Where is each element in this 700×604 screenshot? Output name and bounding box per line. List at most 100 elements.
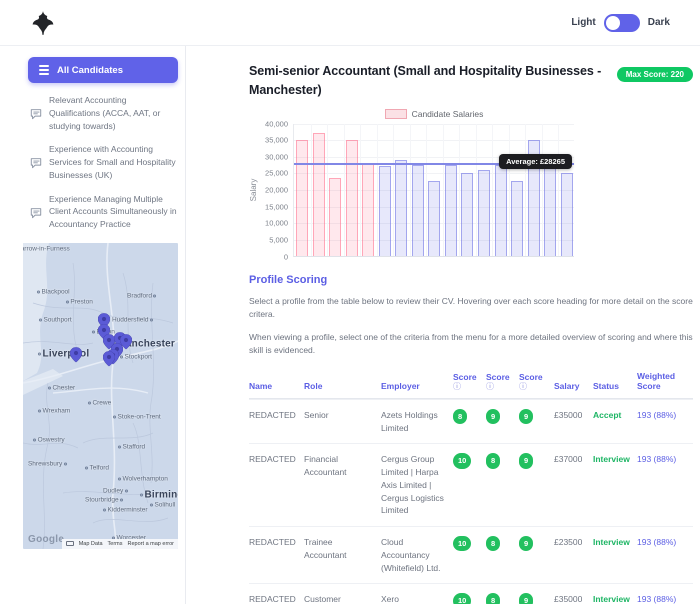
- keyboard-shortcuts-icon[interactable]: [65, 541, 74, 547]
- chat-bubble-icon: [30, 156, 42, 169]
- salary-cell: £23500: [554, 537, 583, 548]
- name-cell: REDACTED: [249, 454, 296, 465]
- salary-bar[interactable]: [345, 139, 358, 256]
- salary-chart: Candidate Salaries Salary 40,000 35,000 30…: [249, 108, 579, 261]
- salary-bar[interactable]: [461, 172, 474, 256]
- map-city-label: Solihull: [149, 502, 175, 509]
- chart-legend[interactable]: Candidate Salaries: [249, 108, 579, 119]
- y-axis-tick-label: 0: [283, 252, 288, 261]
- salary-bar[interactable]: [312, 132, 325, 256]
- score-cell-2: 9: [486, 408, 519, 435]
- map-city-label: Kidderminster: [102, 507, 148, 514]
- column-header-salary: Salary: [554, 381, 593, 391]
- y-axis-title: Salary: [249, 178, 259, 202]
- map[interactable]: arrow-in-Furness Blackpool Preston Bradford…: [23, 242, 178, 549]
- status-cell: Interview: [593, 537, 630, 548]
- employer-cell: Cergus Group Limited | Harpa Axis Limite…: [381, 454, 444, 516]
- score-column-header[interactable]: Score ⓘ: [453, 372, 486, 391]
- salary-bar[interactable]: [560, 172, 573, 256]
- theme-toggle-switch[interactable]: [603, 13, 640, 32]
- all-candidates-label: All Candidates: [57, 64, 123, 76]
- salary-bar[interactable]: [329, 177, 342, 256]
- map-city-label: Chester: [47, 385, 75, 392]
- table-row[interactable]: REDACTED Senior Azets Holdings Limited 8 9 9 £…: [249, 398, 693, 444]
- map-city-label: Birmingham: [140, 490, 178, 501]
- salary-bar[interactable]: [428, 180, 441, 256]
- theme-toggle-group: Light Dark: [571, 13, 670, 32]
- role-cell: Financial Accountant: [304, 454, 347, 478]
- employer-cell: Cloud Accountancy (Whitefield) Ltd.: [381, 537, 441, 573]
- column-header-label: Score: [486, 371, 510, 382]
- table-row[interactable]: REDACTED Trainee Accountant Cloud Accounta…: [249, 526, 693, 583]
- score-cell-3: 9: [519, 536, 554, 574]
- map-city-label: Wolverhampton: [118, 476, 168, 483]
- sidebar-item-criterion-1[interactable]: Relevant Accounting Qualifications (ACCA…: [30, 94, 177, 132]
- status-cell: Interview: [593, 454, 630, 465]
- salary-bar[interactable]: [411, 164, 424, 256]
- score-pill: 9: [519, 593, 534, 604]
- y-axis-tick-label: 40,000: [265, 119, 288, 128]
- salary-bar[interactable]: [362, 162, 375, 256]
- gridline: [376, 123, 378, 256]
- table-header-row: Name Role Employer Score ⓘ Score ⓘ Score ⓘ Salary…: [249, 371, 693, 399]
- candidates-table: Name Role Employer Score ⓘ Score ⓘ Score ⓘ Salary…: [249, 371, 693, 604]
- gridline: [492, 123, 494, 256]
- sidebar-item-criterion-2[interactable]: Experience with Accounting Services for …: [30, 143, 177, 181]
- score-column-header[interactable]: Score ⓘ: [519, 372, 554, 391]
- gridline: [442, 123, 444, 256]
- info-circle-icon[interactable]: ⓘ: [519, 382, 549, 391]
- score-cell-1: 10: [453, 536, 486, 574]
- gridline: [426, 123, 428, 256]
- all-candidates-button[interactable]: All Candidates: [28, 57, 178, 83]
- score-cell-1: 10: [453, 593, 486, 604]
- terms-link[interactable]: Terms: [108, 541, 123, 547]
- column-header-label: Score: [453, 371, 477, 382]
- column-header-label: Employer: [381, 380, 420, 391]
- gridline: [327, 123, 329, 256]
- profile-scoring-heading: Profile Scoring: [249, 273, 328, 286]
- town-dot: [140, 493, 144, 497]
- salary-bar[interactable]: [296, 139, 309, 256]
- map-data-label: Map Data: [78, 540, 103, 547]
- list-icon: [39, 65, 49, 75]
- gridline: [294, 123, 574, 125]
- map-pin-icon[interactable]: [69, 346, 83, 363]
- role-cell: Senior: [304, 409, 329, 420]
- map-city-label: Oswestry: [33, 436, 65, 443]
- score-pill: 10: [453, 536, 472, 552]
- score-cell-2: 8: [486, 536, 519, 574]
- town-dot: [153, 294, 157, 298]
- score-cell-3: 9: [519, 593, 554, 604]
- y-axis-tick-label: 35,000: [265, 135, 288, 145]
- table-row[interactable]: REDACTED Financial Accountant Cergus Group…: [249, 443, 693, 526]
- salary-bar[interactable]: [395, 159, 408, 256]
- map-city-label: Wrexham: [38, 408, 70, 415]
- map-city-label: Huddersfield: [112, 316, 153, 323]
- info-circle-icon[interactable]: ⓘ: [453, 382, 481, 391]
- table-row[interactable]: REDACTED Customer Experience Specialist (…: [249, 583, 693, 604]
- score-cell-2: 8: [486, 453, 519, 517]
- y-axis-tick-label: 20,000: [265, 185, 288, 195]
- score-column-header[interactable]: Score ⓘ: [486, 372, 519, 391]
- average-tooltip: Average: £28265: [499, 153, 572, 169]
- salary-bar[interactable]: [378, 165, 391, 256]
- map-pin-icon[interactable]: [102, 350, 116, 367]
- info-circle-icon[interactable]: ⓘ: [486, 382, 514, 391]
- score-pill: 10: [453, 593, 472, 604]
- column-header-weighted-score: Weighted Score: [637, 371, 693, 391]
- gridline: [558, 123, 560, 256]
- map-city-label: Preston: [65, 299, 93, 306]
- sidebar-item-criterion-3[interactable]: Experience Managing Multiple Client Acco…: [30, 193, 177, 231]
- google-logo[interactable]: Google: [28, 534, 64, 545]
- report-map-error-link[interactable]: Report a map error: [128, 541, 174, 547]
- map-city-label: Southport: [38, 316, 72, 323]
- salary-bar[interactable]: [478, 169, 491, 256]
- salary-bar[interactable]: [494, 164, 507, 256]
- role-cell: Trainee Accountant: [304, 537, 347, 560]
- salary-bar[interactable]: [544, 164, 557, 256]
- salary-bar[interactable]: [511, 180, 524, 256]
- salary-bar[interactable]: [444, 164, 457, 256]
- map-city-label: Stafford: [118, 443, 145, 450]
- y-axis-tick-label: 15,000: [265, 202, 288, 212]
- chat-bubble-icon: [30, 206, 42, 218]
